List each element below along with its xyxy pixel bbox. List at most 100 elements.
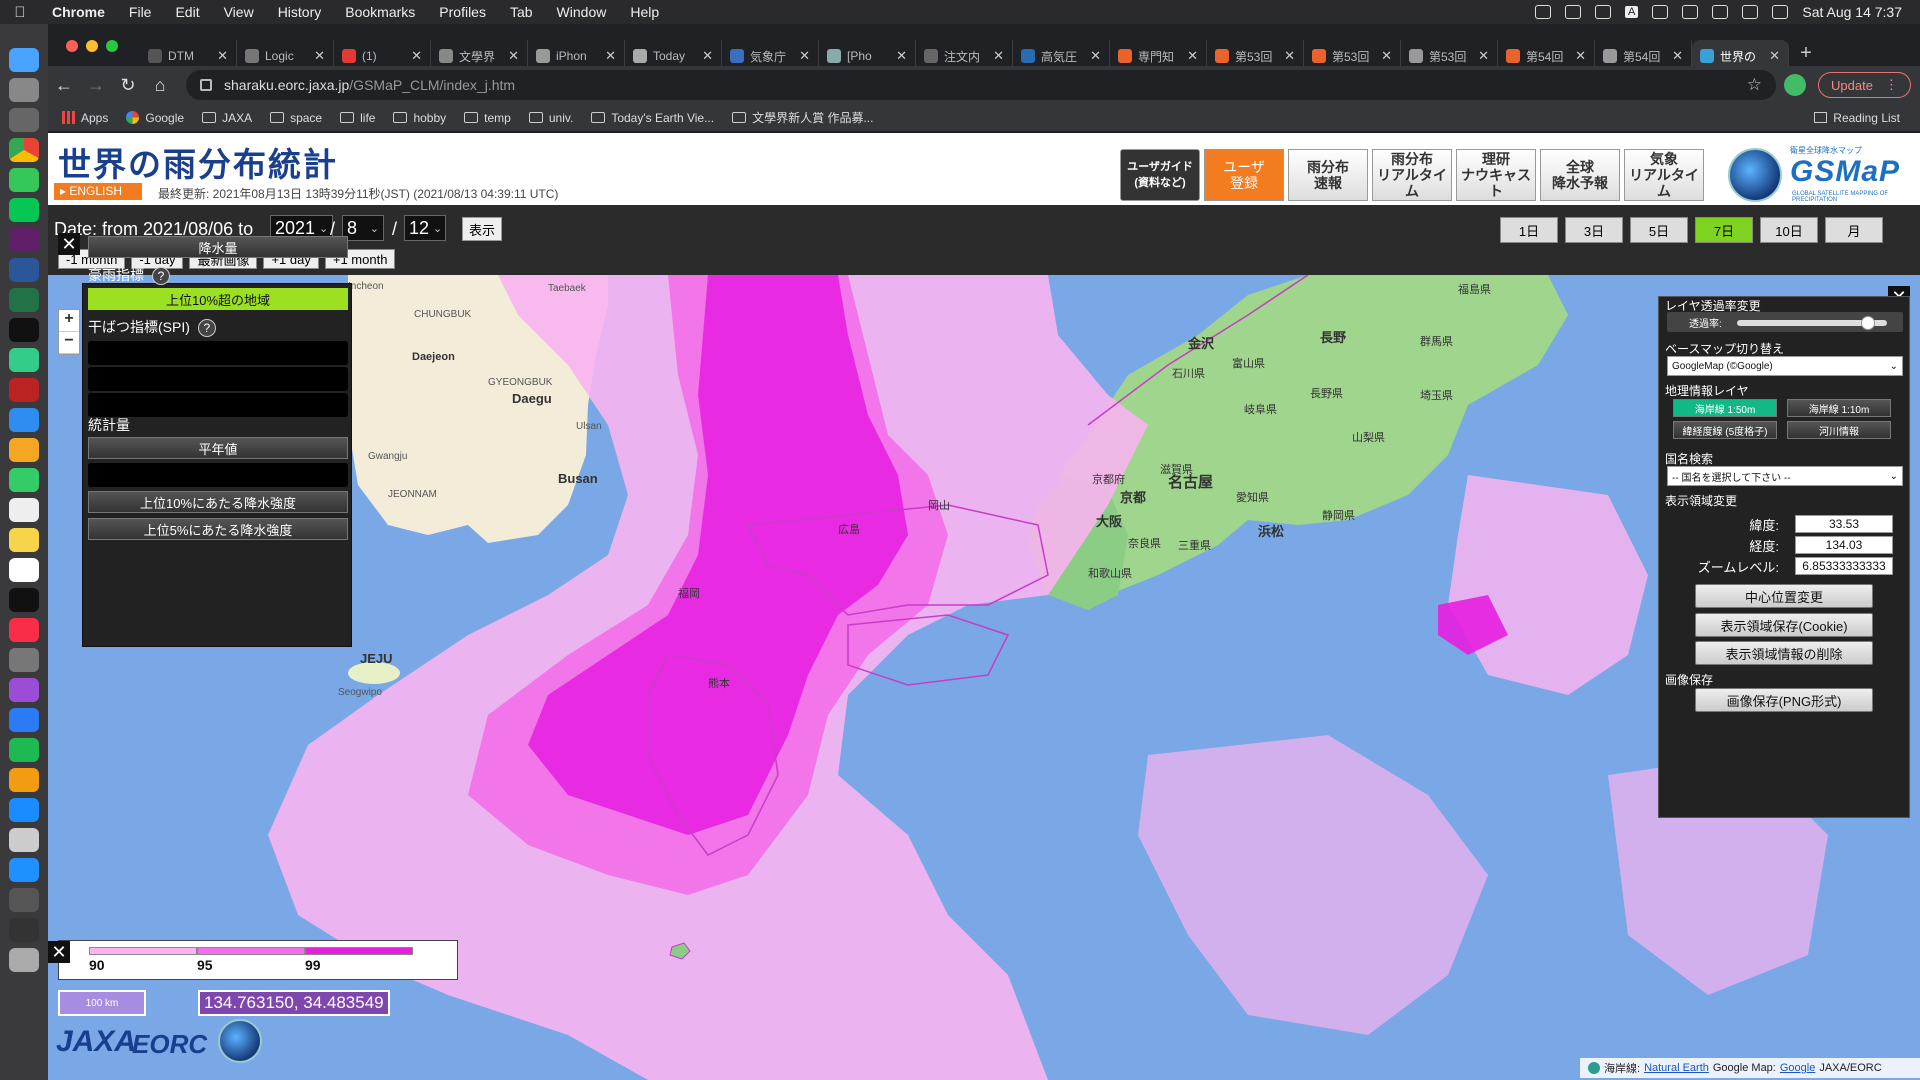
calendar-icon[interactable] bbox=[9, 558, 39, 582]
camera-icon[interactable] bbox=[9, 648, 39, 672]
close-tab-icon[interactable]: ✕ bbox=[702, 48, 713, 64]
menu-edit[interactable]: Edit bbox=[163, 4, 211, 20]
header-nav-button[interactable]: 雨分布 リアルタイム bbox=[1372, 149, 1452, 201]
google-link[interactable]: Google bbox=[1780, 1062, 1815, 1074]
period-button[interactable]: 3日 bbox=[1565, 217, 1623, 243]
normal-value-button[interactable]: 平年値 bbox=[88, 437, 348, 459]
music-icon[interactable] bbox=[9, 618, 39, 642]
photos-icon[interactable] bbox=[9, 438, 39, 462]
header-nav-button[interactable]: ユーザ 登録 bbox=[1204, 149, 1284, 201]
menu-file[interactable]: File bbox=[117, 4, 164, 20]
safari-icon[interactable] bbox=[9, 858, 39, 882]
coastline-50m-button[interactable]: 海岸線 1:50m bbox=[1673, 399, 1777, 417]
period-button[interactable]: 10日 bbox=[1760, 217, 1818, 243]
bookmark-item[interactable]: space bbox=[270, 111, 322, 125]
reminders-icon[interactable] bbox=[9, 498, 39, 522]
save-png-button[interactable]: 画像保存(PNG形式) bbox=[1695, 688, 1873, 712]
natural-earth-link[interactable]: Natural Earth bbox=[1644, 1062, 1709, 1074]
close-tab-icon[interactable]: ✕ bbox=[605, 48, 616, 64]
play-icon[interactable] bbox=[1595, 5, 1612, 19]
longitude-field[interactable]: 134.03 bbox=[1795, 536, 1893, 554]
reading-list-button[interactable]: Reading List bbox=[1814, 111, 1900, 125]
close-tab-icon[interactable]: ✕ bbox=[1381, 48, 1392, 64]
close-icon[interactable]: ✕ bbox=[48, 941, 70, 963]
header-nav-button[interactable]: 理研 ナウキャスト bbox=[1456, 149, 1536, 201]
help-icon[interactable]: ? bbox=[197, 319, 216, 337]
dropbox-icon[interactable] bbox=[1535, 5, 1552, 19]
close-tab-icon[interactable]: ✕ bbox=[508, 48, 519, 64]
menu-app-name[interactable]: Chrome bbox=[40, 4, 117, 20]
menu-history[interactable]: History bbox=[266, 4, 334, 20]
eorc-logo[interactable]: EORC bbox=[132, 1029, 207, 1060]
delete-view-button[interactable]: 表示領域情報の削除 bbox=[1695, 641, 1873, 665]
trash-icon[interactable] bbox=[9, 948, 39, 972]
pages-icon[interactable] bbox=[9, 768, 39, 792]
slack-icon[interactable] bbox=[9, 228, 39, 252]
header-nav-button[interactable]: 雨分布 速報 bbox=[1288, 149, 1368, 201]
bookmark-item[interactable]: 文學界新人賞 作品募... bbox=[732, 109, 873, 126]
opacity-slider[interactable]: 透過率: bbox=[1667, 312, 1903, 332]
chrome-icon[interactable] bbox=[9, 138, 39, 162]
zoom-in-button[interactable]: + bbox=[59, 310, 79, 332]
close-tab-icon[interactable]: ✕ bbox=[1090, 48, 1101, 64]
jaxa-logo[interactable]: JAXA bbox=[56, 1025, 136, 1059]
close-tab-icon[interactable]: ✕ bbox=[799, 48, 810, 64]
gsmap-small-logo[interactable] bbox=[218, 1019, 262, 1063]
opacity-knob[interactable] bbox=[1860, 316, 1875, 330]
close-tab-icon[interactable]: ✕ bbox=[896, 48, 907, 64]
month-select[interactable]: 8 ⌄ bbox=[342, 215, 384, 241]
script-icon[interactable] bbox=[9, 828, 39, 852]
header-nav-button[interactable]: ユーザガイド (資料など) bbox=[1120, 149, 1200, 201]
more-menu-icon[interactable]: ⋮ bbox=[1885, 77, 1898, 93]
day-select[interactable]: 12 ⌄ bbox=[404, 215, 446, 241]
numbers-icon[interactable] bbox=[9, 738, 39, 762]
header-nav-button[interactable]: 全球 降水予報 bbox=[1540, 149, 1620, 201]
facetime-icon[interactable] bbox=[9, 468, 39, 492]
finder-icon[interactable] bbox=[9, 48, 39, 72]
bookmark-item[interactable]: temp bbox=[464, 111, 511, 125]
menubar-clock[interactable]: Sat Aug 14 7:37 bbox=[1802, 4, 1902, 20]
zoom-out-button[interactable]: − bbox=[59, 332, 79, 354]
menu-profiles[interactable]: Profiles bbox=[427, 4, 498, 20]
volume-icon[interactable] bbox=[1652, 5, 1669, 19]
show-button[interactable]: 表示 bbox=[462, 217, 502, 241]
control-center-icon[interactable] bbox=[1772, 5, 1789, 19]
bookmark-item[interactable]: JAXA bbox=[202, 111, 252, 125]
drought-option-3[interactable] bbox=[88, 393, 348, 417]
filezilla-icon[interactable] bbox=[9, 378, 39, 402]
period-button[interactable]: 月 bbox=[1825, 217, 1883, 243]
update-button[interactable]: Update ⋮ bbox=[1818, 72, 1911, 98]
period-button[interactable]: 5日 bbox=[1630, 217, 1688, 243]
top5-intensity-button[interactable]: 上位5%にあたる降水強度 bbox=[88, 518, 348, 540]
river-info-button[interactable]: 河川情報 bbox=[1787, 421, 1891, 439]
address-bar[interactable]: sharaku.eorc.jaxa.jp/GSMaP_CLM/index_j.h… bbox=[186, 70, 1776, 100]
messages-icon[interactable] bbox=[9, 168, 39, 192]
menu-tab[interactable]: Tab bbox=[498, 4, 545, 20]
top10-region-button[interactable]: 上位10%超の地域 bbox=[88, 288, 348, 310]
latlon-grid-button[interactable]: 緯経度線 (5度格子) bbox=[1673, 421, 1777, 439]
line-icon[interactable] bbox=[9, 198, 39, 222]
lock-icon[interactable] bbox=[200, 79, 212, 91]
coastline-10m-button[interactable]: 海岸線 1:10m bbox=[1787, 399, 1891, 417]
close-tab-icon[interactable]: ✕ bbox=[217, 48, 228, 64]
drought-option-2[interactable] bbox=[88, 367, 348, 391]
notes-icon[interactable] bbox=[9, 528, 39, 552]
bookmark-item[interactable]: Apps bbox=[62, 111, 108, 125]
close-tab-icon[interactable]: ✕ bbox=[1769, 48, 1780, 64]
bluetooth-icon[interactable] bbox=[1682, 5, 1699, 19]
settings-icon[interactable] bbox=[9, 78, 39, 102]
screenshot-icon[interactable] bbox=[9, 918, 39, 942]
close-tab-icon[interactable]: ✕ bbox=[1478, 48, 1489, 64]
close-tab-icon[interactable]: ✕ bbox=[1187, 48, 1198, 64]
drought-option-1[interactable] bbox=[88, 341, 348, 365]
home-icon[interactable]: ⌂ bbox=[144, 75, 176, 96]
excel-icon[interactable] bbox=[9, 288, 39, 312]
input-source-indicator[interactable]: A bbox=[1625, 6, 1639, 18]
close-icon[interactable]: ✕ bbox=[58, 233, 80, 255]
bookmark-star-icon[interactable]: ☆ bbox=[1747, 75, 1762, 95]
help-icon[interactable]: ? bbox=[152, 267, 170, 285]
terminal-icon[interactable] bbox=[9, 318, 39, 342]
bookmark-item[interactable]: Today's Earth Vie... bbox=[591, 111, 714, 125]
gsmap-globe-logo[interactable] bbox=[1728, 148, 1782, 202]
bookmark-item[interactable]: Google bbox=[126, 111, 184, 125]
